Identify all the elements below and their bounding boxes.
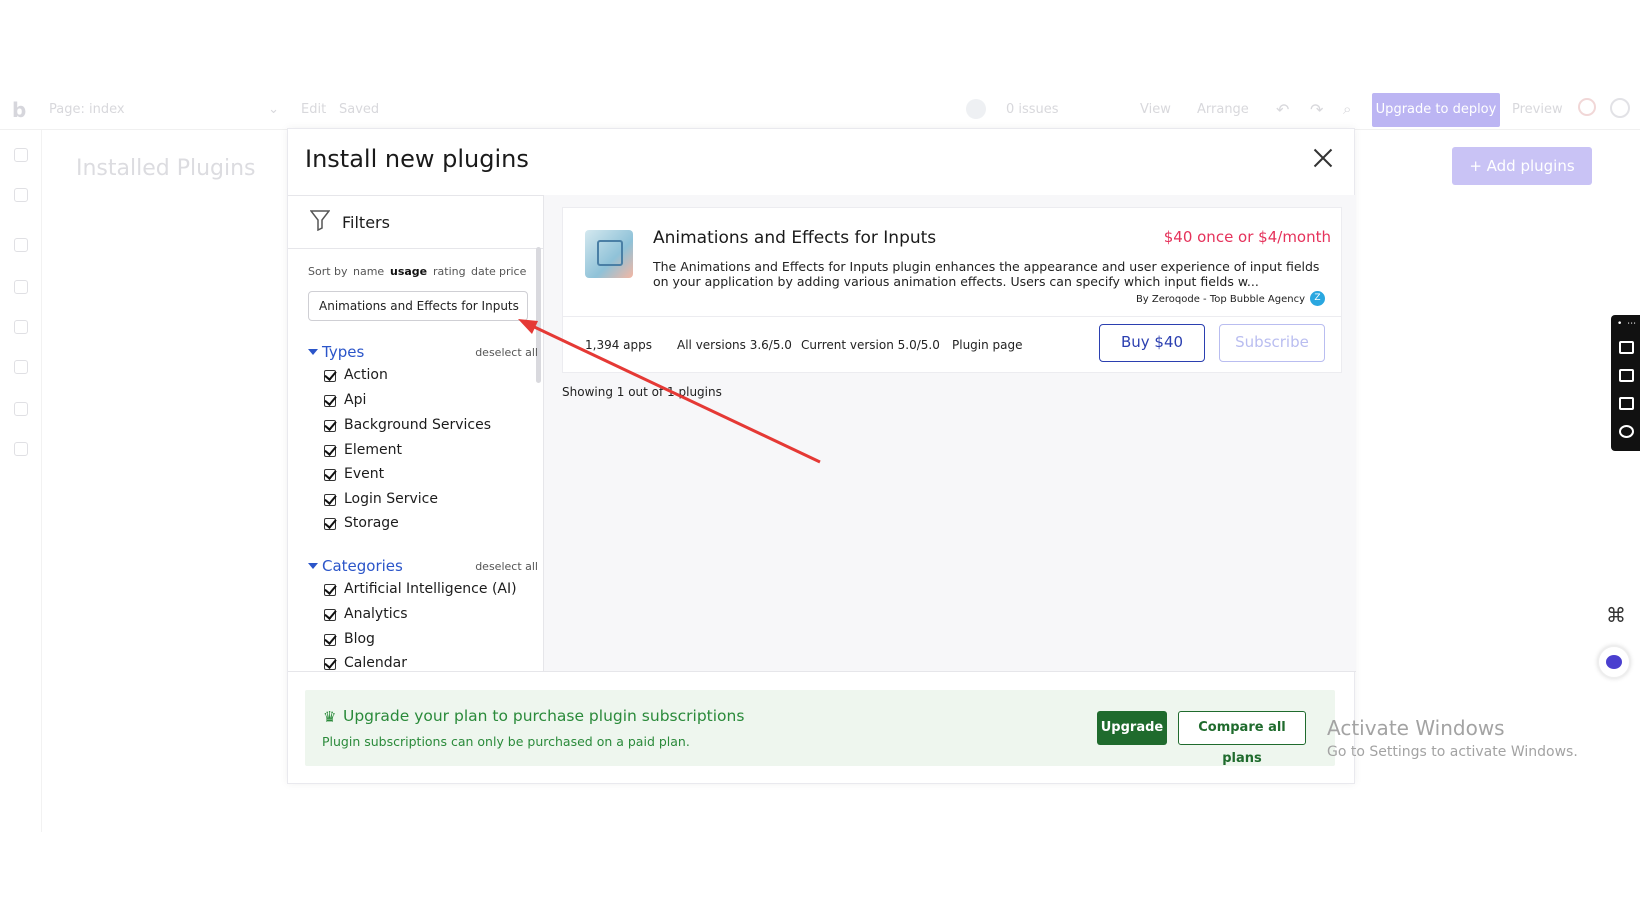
gear-icon[interactable] [1619, 425, 1634, 438]
modal-title: Install new plugins [305, 145, 529, 173]
sort-option-name[interactable]: name [353, 265, 384, 278]
page-selector[interactable]: Page: index ⌄ [49, 102, 279, 117]
activate-windows-subtitle: Go to Settings to activate Windows. [1327, 744, 1578, 760]
workflow-icon[interactable] [14, 188, 28, 202]
plugin-thumbnail [585, 230, 633, 278]
avatar[interactable] [1610, 98, 1630, 118]
checkbox-icon [324, 658, 336, 670]
data-icon[interactable] [14, 238, 28, 252]
bubble-logo[interactable]: b [12, 98, 26, 122]
divider [563, 316, 1341, 317]
filters-header: Filters [288, 195, 543, 249]
screen-icon[interactable] [1619, 397, 1634, 410]
video-icon[interactable] [1619, 369, 1634, 382]
more-icon[interactable]: • ⋯ [1617, 319, 1637, 329]
sort-option-price[interactable]: price [499, 265, 526, 278]
redo-icon[interactable]: ↷ [1310, 100, 1323, 119]
plugin-card: Animations and Effects for Inputs $40 on… [562, 207, 1342, 373]
types-deselect-all[interactable]: deselect all [475, 346, 538, 359]
checkbox-icon [324, 370, 336, 382]
filters-label: Filters [342, 213, 390, 232]
filters-scrollbar[interactable] [536, 247, 541, 383]
add-plugins-button[interactable]: + Add plugins [1452, 147, 1592, 185]
checkbox-icon [324, 469, 336, 481]
edit-menu[interactable]: Edit [301, 102, 326, 117]
sort-label: Sort by [308, 265, 348, 278]
upgrade-banner-subtitle: Plugin subscriptions can only be purchas… [322, 734, 690, 749]
sort-option-date[interactable]: date [471, 265, 496, 278]
checkbox-icon [324, 584, 336, 596]
buy-button[interactable]: Buy $40 [1099, 324, 1205, 362]
activate-windows-title: Activate Windows [1327, 716, 1505, 740]
plugin-description: The Animations and Effects for Inputs pl… [653, 259, 1320, 289]
checkbox-icon [324, 445, 336, 457]
plugin-author[interactable]: By Zeroqode - Top Bubble Agency [1136, 294, 1305, 305]
recorder-toolbar: • ⋯ [1611, 315, 1640, 451]
upgrade-banner-title: Upgrade your plan to purchase plugin sub… [343, 707, 745, 725]
arrange-menu[interactable]: Arrange [1197, 102, 1249, 117]
plugin-search-input[interactable]: Animations and Effects for Inputs [308, 291, 528, 321]
chevron-down-icon: ⌄ [268, 102, 279, 117]
assistant-bot-icon[interactable] [1597, 645, 1631, 679]
upgrade-banner: ♛ Upgrade your plan to purchase plugin s… [305, 690, 1335, 766]
plugin-app-count: 1,394 apps [585, 338, 653, 352]
types-title: Types [322, 343, 365, 361]
sort-option-rating[interactable]: rating [433, 265, 466, 278]
plugin-page-link[interactable]: Plugin page [952, 338, 1023, 352]
windows-activation-watermark: Activate Windows Go to Settings to activ… [1327, 716, 1578, 760]
plugin-all-versions-rating: All versions 3.6/5.0 [677, 338, 792, 352]
checkbox-icon [324, 420, 336, 432]
issues-indicator[interactable]: 0 issues [1006, 102, 1059, 117]
checkbox-icon [324, 518, 336, 530]
checkbox-icon [324, 494, 336, 506]
logs-icon[interactable] [14, 442, 28, 456]
filters-panel: Filters Sort by name usage rating date p… [288, 195, 544, 671]
undo-icon[interactable]: ↶ [1276, 100, 1289, 119]
install-plugins-modal: Install new plugins Filters Sort by name… [287, 128, 1356, 784]
notification-icon[interactable] [1578, 98, 1596, 116]
camera-icon[interactable] [1619, 341, 1634, 354]
search-icon[interactable]: ⌕ [1343, 100, 1351, 118]
filter-icon [310, 210, 330, 231]
settings-icon[interactable] [14, 402, 28, 416]
upgrade-to-deploy-button[interactable]: Upgrade to deploy [1372, 93, 1500, 127]
preview-button[interactable]: Preview [1512, 102, 1563, 117]
plugins-icon[interactable] [14, 360, 28, 374]
saved-status: Saved [339, 102, 380, 117]
upgrade-button[interactable]: Upgrade [1097, 711, 1167, 745]
plugin-name[interactable]: Animations and Effects for Inputs [653, 228, 936, 248]
sort-option-usage[interactable]: usage [390, 265, 427, 278]
checkbox-icon [324, 634, 336, 646]
crown-icon: ♛ [323, 708, 337, 726]
plugin-current-version-rating: Current version 5.0/5.0 [801, 338, 940, 352]
caret-down-icon [308, 349, 318, 355]
checkbox-icon [324, 395, 336, 407]
caret-down-icon [308, 563, 318, 569]
plugin-price: $40 once or $4/month [1163, 228, 1331, 246]
divider [288, 671, 1356, 672]
installed-plugins-title: Installed Plugins [76, 156, 256, 181]
left-rail [0, 130, 42, 832]
author-badge-icon: Z [1310, 291, 1325, 306]
checkbox-icon [324, 609, 336, 621]
categories-title: Categories [322, 557, 403, 575]
categories-deselect-all[interactable]: deselect all [475, 560, 538, 573]
view-menu[interactable]: View [1140, 102, 1171, 117]
design-icon[interactable] [14, 148, 28, 162]
info-icon[interactable] [966, 99, 986, 119]
editor-topbar: b Page: index ⌄ Edit Saved 0 issues View… [0, 90, 1640, 130]
compare-plans-button[interactable]: Compare all plans [1178, 711, 1306, 766]
database-icon[interactable] [14, 280, 28, 294]
results-count: Showing 1 out of 1 plugins [562, 385, 722, 399]
add-plugins-label: Add plugins [1486, 157, 1575, 175]
results-panel: Animations and Effects for Inputs $40 on… [544, 195, 1356, 671]
subscribe-button[interactable]: Subscribe [1219, 324, 1325, 362]
styles-icon[interactable] [14, 320, 28, 334]
command-icon[interactable]: ⌘ [1606, 603, 1626, 627]
close-icon[interactable] [1312, 147, 1334, 169]
page-selector-label: Page: index [49, 102, 125, 117]
